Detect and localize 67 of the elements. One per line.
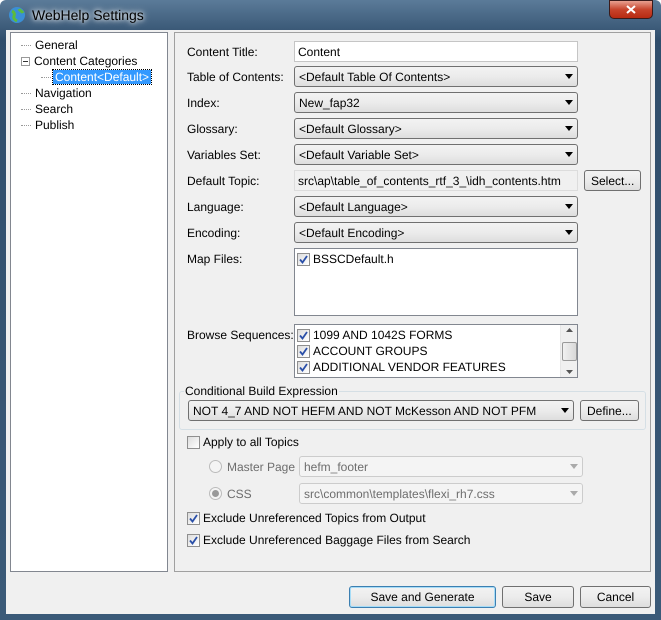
input-field[interactable]: Content <box>294 41 578 62</box>
field-label: Encoding: <box>187 225 242 240</box>
dropdown[interactable]: <Default Table Of Contents> <box>294 66 578 87</box>
tree-item[interactable]: Search <box>33 102 76 116</box>
window-title: WebHelp Settings <box>32 7 144 23</box>
globe-icon <box>8 6 26 24</box>
check-icon <box>299 254 308 264</box>
tree-item[interactable]: Publish <box>33 118 76 132</box>
scrollbar[interactable] <box>560 325 577 377</box>
define-button[interactable]: Define... <box>580 400 639 421</box>
checkbox[interactable] <box>297 360 310 374</box>
field-label: Glossary: <box>187 121 239 136</box>
dialog-button[interactable]: Save and Generate <box>349 586 496 608</box>
field-label: Map Files: <box>187 251 244 266</box>
checkbox[interactable] <box>297 344 310 358</box>
list-item[interactable]: 1099 AND 1042S FORMS <box>313 328 452 342</box>
field-label: Browse Sequences: <box>187 327 294 342</box>
path-field[interactable]: src\ap\table_of_contents_rtf_3_\idh_contents.htm <box>294 170 578 191</box>
caret-icon <box>565 100 573 105</box>
dropdown[interactable]: <Default Encoding> <box>294 222 578 243</box>
list-box[interactable]: 1099 AND 1042S FORMS ACCOUNT GROUPS ADDITIONAL VENDOR FEATURES <box>294 324 578 378</box>
dialog-button[interactable]: Save <box>502 586 574 608</box>
dialog-button[interactable]: Cancel <box>580 586 651 608</box>
checkbox[interactable] <box>187 436 200 448</box>
field-label: Default Topic: <box>187 173 260 188</box>
list-item[interactable]: ADDITIONAL VENDOR FEATURES <box>313 360 506 374</box>
tree-item[interactable]: Content Categories <box>32 54 140 68</box>
check-icon <box>189 536 198 544</box>
check-icon <box>189 514 198 522</box>
close-icon <box>626 5 636 14</box>
field-label: Index: <box>187 95 221 110</box>
dropdown[interactable]: <Default Variable Set> <box>294 144 578 165</box>
checkbox[interactable] <box>187 512 200 524</box>
list-box[interactable]: BSSCDefault.h <box>294 248 578 316</box>
caret-icon <box>565 74 573 79</box>
field-label: Language: <box>187 199 245 214</box>
caret-icon <box>565 230 573 235</box>
caret-icon <box>565 126 573 131</box>
scroll-thumb[interactable] <box>562 342 576 360</box>
list-item[interactable]: BSSCDefault.h <box>313 252 394 266</box>
checkbox-label[interactable]: Exclude Unreferenced Baggage Files from Search <box>203 533 470 547</box>
field-label: Table of Contents: <box>187 69 285 84</box>
close-button[interactable] <box>609 0 653 19</box>
select-button[interactable]: Select... <box>584 170 642 191</box>
tree-item[interactable]: General <box>33 38 80 52</box>
scroll-up-icon[interactable] <box>566 328 572 332</box>
checkbox-label[interactable]: Exclude Unreferenced Topics from Output <box>203 511 426 525</box>
group-title: Conditional Build Expression <box>184 384 339 398</box>
collapse-icon[interactable] <box>21 56 30 66</box>
caret-icon <box>570 491 578 496</box>
field-label: Variables Set: <box>187 147 262 162</box>
caret-icon <box>565 204 573 209</box>
caret-icon <box>565 152 573 157</box>
dropdown[interactable]: New_fap32 <box>294 92 578 113</box>
dropdown[interactable]: <Default Glossary> <box>294 118 578 139</box>
checkbox[interactable] <box>297 252 310 266</box>
caret-icon <box>561 408 569 413</box>
checkbox-label[interactable]: Apply to all Topics <box>203 435 299 449</box>
tree-item[interactable]: Navigation <box>33 86 94 100</box>
scroll-down-icon[interactable] <box>566 370 572 374</box>
checkbox[interactable] <box>297 328 310 342</box>
checkbox[interactable] <box>187 534 200 546</box>
field-label: Content Title: <box>187 44 259 59</box>
dropdown[interactable]: <Default Language> <box>294 196 578 217</box>
caret-icon <box>570 464 578 469</box>
list-item[interactable]: ACCOUNT GROUPS <box>313 344 428 358</box>
dropdown[interactable]: NOT 4_7 AND NOT HEFM AND NOT McKesson AND NOT PFM <box>188 400 574 421</box>
